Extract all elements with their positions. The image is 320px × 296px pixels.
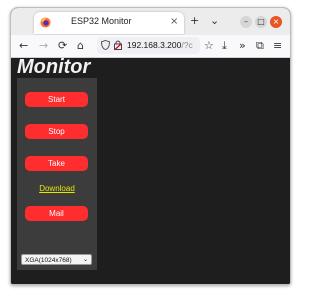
- url-path: /?c: [181, 40, 193, 50]
- resolution-value: XGA(1024x768): [25, 257, 72, 264]
- url-host: 192.168.3.200: [127, 40, 182, 50]
- firefox-logo-icon: [40, 17, 51, 28]
- navigation-toolbar: ← → ⟳ ⌂ 192.168.3.200/?c ☆ ⤓ » ⧉ ≡: [11, 35, 290, 58]
- title-bar: ESP32 Monitor × + ⌄ – □ ×: [11, 8, 290, 35]
- new-tab-icon[interactable]: +: [190, 15, 199, 27]
- resolution-select[interactable]: XGA(1024x768) ⌄: [21, 254, 92, 265]
- page-title: Monitor: [17, 56, 91, 78]
- downloads-icon[interactable]: ⤓: [222, 39, 227, 52]
- chevron-down-icon: ⌄: [82, 257, 88, 263]
- page-content: Monitor Start Stop Take Download Mail XG…: [11, 56, 290, 284]
- download-link[interactable]: Download: [17, 184, 97, 193]
- overflow-icon[interactable]: »: [239, 39, 246, 52]
- forward-icon[interactable]: →: [39, 39, 48, 52]
- bookmark-star-icon[interactable]: ☆: [204, 39, 214, 52]
- start-button[interactable]: Start: [25, 92, 88, 107]
- chevron-down-icon[interactable]: ⌄: [210, 15, 219, 27]
- lock-warning-icon[interactable]: [114, 40, 122, 50]
- reload-icon[interactable]: ⟳: [58, 39, 67, 52]
- extensions-icon[interactable]: ⧉: [256, 39, 264, 52]
- home-icon[interactable]: ⌂: [77, 39, 84, 52]
- url-bar[interactable]: 192.168.3.200/?c: [97, 37, 200, 54]
- back-icon[interactable]: ←: [19, 39, 28, 52]
- maximize-icon[interactable]: □: [255, 16, 267, 28]
- control-panel: Start Stop Take Download Mail XGA(1024x7…: [17, 78, 97, 270]
- close-window-icon[interactable]: ×: [270, 16, 282, 28]
- mail-button[interactable]: Mail: [25, 206, 88, 221]
- take-button[interactable]: Take: [25, 156, 88, 171]
- stop-button[interactable]: Stop: [25, 124, 88, 139]
- browser-window: ESP32 Monitor × + ⌄ – □ × ← → ⟳ ⌂ 192.16…: [10, 7, 291, 285]
- url-text: 192.168.3.200/?c: [127, 40, 193, 50]
- tab-title: ESP32 Monitor: [71, 16, 132, 26]
- menu-icon[interactable]: ≡: [273, 39, 282, 52]
- minimize-icon[interactable]: –: [240, 16, 252, 28]
- tab-close-icon[interactable]: ×: [170, 16, 178, 28]
- tab-esp32-monitor[interactable]: ESP32 Monitor ×: [34, 12, 184, 34]
- shield-icon[interactable]: [101, 40, 110, 50]
